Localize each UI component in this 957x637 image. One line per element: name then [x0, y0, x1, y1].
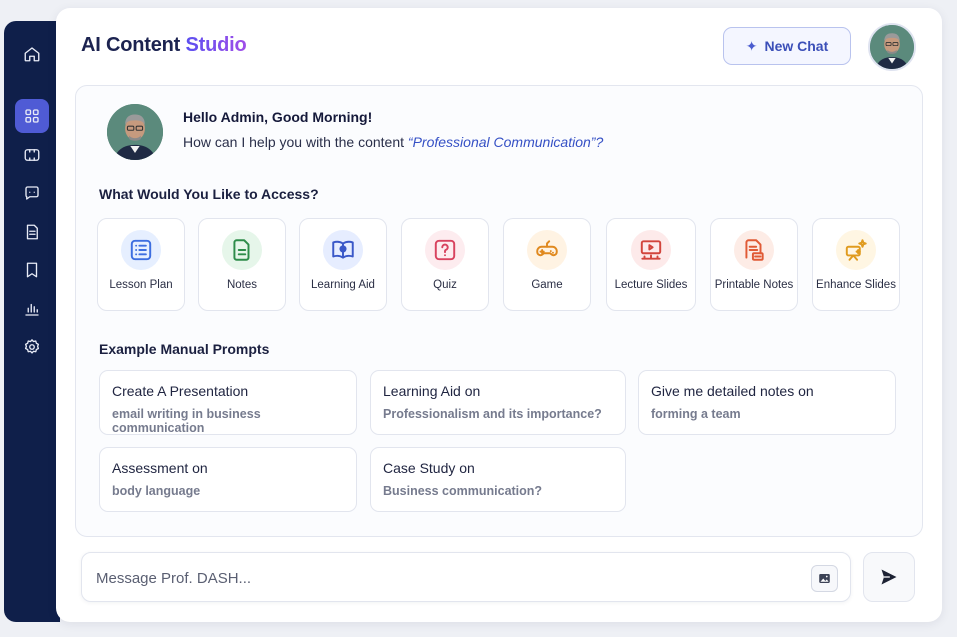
- sparkle-icon: ✦: [745, 37, 758, 54]
- new-chat-label: New Chat: [764, 38, 829, 54]
- title-accent: Studio: [185, 34, 247, 56]
- page-title: AI Content Studio: [81, 34, 247, 57]
- tile-label: Game: [531, 279, 563, 291]
- analytics-icon: [25, 303, 39, 316]
- tile-quiz[interactable]: Quiz: [401, 218, 489, 311]
- greeting-topic: Professional Communication: [412, 134, 591, 150]
- new-chat-button[interactable]: ✦ New Chat: [723, 27, 851, 65]
- prompt-card[interactable]: Learning Aid on Professionalism and its …: [370, 370, 626, 435]
- tile-lecture-slides[interactable]: Lecture Slides: [606, 218, 696, 311]
- prompt-detail: Business communication?: [383, 484, 543, 498]
- content-icon: [24, 148, 40, 161]
- list-icon: [130, 239, 152, 261]
- tile-game[interactable]: Game: [503, 218, 591, 311]
- greeting-subtitle: How can I help you with the content “Pro…: [183, 134, 603, 150]
- greeting-prefix: How can I help you with the content: [183, 134, 408, 150]
- tile-label: Lesson Plan: [109, 279, 173, 291]
- image-icon: [819, 574, 830, 583]
- tile-notes[interactable]: Notes: [198, 218, 286, 311]
- tile-label: Notes: [226, 279, 258, 291]
- user-avatar[interactable]: [868, 23, 916, 71]
- printable-notes-icon: [745, 239, 764, 261]
- tile-label: Learning Aid: [311, 279, 375, 291]
- home-icon: [24, 47, 40, 62]
- gamepad-icon: [536, 240, 558, 257]
- tile-label: Enhance Slides: [816, 279, 896, 291]
- question-icon: [434, 239, 456, 261]
- sidebar-item-content[interactable]: [15, 138, 49, 172]
- prompt-card[interactable]: Case Study on Business communication?: [370, 447, 626, 512]
- send-icon: [881, 569, 897, 585]
- prompt-detail: Professionalism and its importance?: [383, 407, 602, 421]
- assistant-avatar: [107, 104, 163, 160]
- sidebar-item-chat[interactable]: [15, 176, 49, 210]
- sidebar-item-home[interactable]: [15, 37, 49, 71]
- sparkle-slides-icon: [845, 239, 867, 261]
- dashboard-grid-icon: [25, 109, 39, 123]
- prompt-detail: email writing in business communication: [112, 407, 261, 435]
- main-content: AI Content Studio ✦ New Chat Hello Admin…: [56, 8, 942, 622]
- notes-icon: [233, 239, 250, 261]
- sidebar-item-settings[interactable]: [15, 330, 49, 364]
- access-heading: What Would You Like to Access?: [99, 186, 319, 202]
- prompt-title: Learning Aid on: [383, 383, 481, 399]
- prompts-heading: Example Manual Prompts: [99, 341, 270, 357]
- assistant-avatar-image: [107, 104, 163, 160]
- presentation-icon: [640, 240, 662, 260]
- book-icon: [332, 240, 354, 259]
- title-main: AI Content: [81, 34, 181, 56]
- prompt-title: Give me detailed notes on: [651, 383, 814, 399]
- tile-printable-notes[interactable]: Printable Notes: [710, 218, 798, 311]
- tile-label: Lecture Slides: [614, 279, 688, 291]
- send-button[interactable]: [863, 552, 915, 602]
- document-icon: [26, 224, 38, 239]
- bookmark-icon: [26, 262, 38, 278]
- tile-lesson-plan[interactable]: Lesson Plan: [97, 218, 185, 311]
- sidebar-item-documents[interactable]: [15, 215, 49, 249]
- tile-learning-aid[interactable]: Learning Aid: [299, 218, 387, 311]
- sidebar-item-bookmarks[interactable]: [15, 253, 49, 287]
- prompt-title: Assessment on: [112, 460, 208, 476]
- prompt-detail: body language: [112, 484, 201, 498]
- sidebar: [4, 21, 60, 622]
- attach-image-button[interactable]: [811, 565, 838, 592]
- prompt-detail: forming a team: [651, 407, 741, 421]
- greeting-title: Hello Admin, Good Morning!: [183, 109, 373, 125]
- tile-enhance-slides[interactable]: Enhance Slides: [812, 218, 900, 311]
- welcome-panel: Hello Admin, Good Morning! How can I hel…: [75, 85, 923, 537]
- sidebar-item-analytics[interactable]: [15, 292, 49, 326]
- prompt-card[interactable]: Assessment on body language: [99, 447, 357, 512]
- sidebar-item-dashboard[interactable]: [15, 99, 49, 133]
- message-composer: [81, 552, 851, 602]
- user-avatar-image: [870, 25, 914, 69]
- prompt-title: Case Study on: [383, 460, 475, 476]
- greeting-close-quote: ”?: [590, 134, 604, 150]
- prompt-card[interactable]: Give me detailed notes on forming a team: [638, 370, 896, 435]
- settings-icon: [24, 339, 40, 354]
- tile-label: Printable Notes: [714, 279, 794, 291]
- prompt-title: Create A Presentation: [112, 383, 249, 399]
- prompt-card[interactable]: Create A Presentation email writing in b…: [99, 370, 357, 435]
- message-input[interactable]: [96, 566, 796, 590]
- chat-icon: [25, 186, 39, 200]
- tile-label: Quiz: [433, 279, 457, 291]
